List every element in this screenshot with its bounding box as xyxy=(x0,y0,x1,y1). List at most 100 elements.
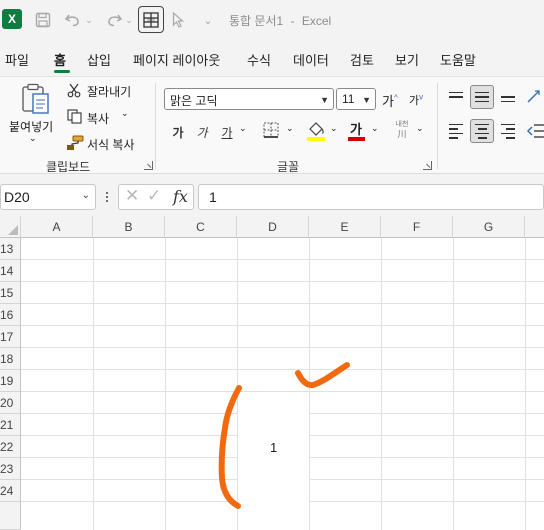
borders-dropdown-icon[interactable]: ⌄ xyxy=(286,123,294,134)
row-header[interactable]: 14 xyxy=(0,260,21,282)
row-header[interactable]: 24 xyxy=(0,480,21,502)
tab-view[interactable]: 보기 xyxy=(395,50,419,69)
tab-data[interactable]: 데이터 xyxy=(293,50,329,69)
column-header[interactable]: C xyxy=(165,216,237,238)
align-center-button[interactable] xyxy=(470,119,494,143)
row-header[interactable]: 22 xyxy=(0,436,21,458)
align-left-button[interactable] xyxy=(444,119,468,143)
redo-dropdown-icon[interactable]: ⌄ xyxy=(124,10,134,30)
name-box[interactable]: D20 ⌄ xyxy=(0,184,96,210)
font-launcher-icon[interactable] xyxy=(423,161,432,170)
cut-button[interactable]: 잘라내기 xyxy=(87,83,131,100)
customize-qat-icon[interactable]: ⌄ xyxy=(202,10,214,30)
format-painter-icon[interactable] xyxy=(66,134,84,152)
font-color-dropdown-icon[interactable]: ⌄ xyxy=(371,123,379,134)
confirm-entry-icon[interactable]: ✓ xyxy=(147,186,161,206)
tab-insert[interactable]: 삽입 xyxy=(87,50,111,69)
more-options-icon[interactable] xyxy=(102,187,112,207)
borders-icon[interactable] xyxy=(262,121,280,139)
underline-dropdown-icon[interactable]: ⌄ xyxy=(239,123,247,134)
gridline xyxy=(21,281,544,282)
align-bottom-button[interactable] xyxy=(496,85,520,109)
font-size-select[interactable]: 11 ▼ xyxy=(336,88,376,110)
save-icon[interactable] xyxy=(34,10,52,30)
phonetic-glyph: 내천 xyxy=(395,121,409,128)
scissors-icon[interactable] xyxy=(66,82,82,98)
phonetic-guide-button[interactable]: 내천 川 xyxy=(390,119,414,141)
phonetic-dropdown-icon[interactable]: ⌄ xyxy=(416,123,424,134)
chevron-down-icon: ▼ xyxy=(362,95,371,105)
grow-font-button[interactable]: 가^ xyxy=(382,91,398,110)
font-color-swatch xyxy=(347,136,365,141)
gridline xyxy=(21,303,544,304)
ink-check-stroke xyxy=(295,362,350,389)
formula-input[interactable]: 1 xyxy=(198,184,544,210)
column-header[interactable]: A xyxy=(21,216,93,238)
copy-dropdown-icon[interactable]: ⌄ xyxy=(121,108,129,119)
orientation-icon[interactable] xyxy=(525,87,544,107)
row-header[interactable]: 20 xyxy=(0,392,21,414)
align-right-button[interactable] xyxy=(496,119,520,143)
phonetic-icon: 川 xyxy=(397,129,407,139)
spreadsheet-grid[interactable]: A B C D E F G 13 14 15 16 17 18 19 20 21… xyxy=(0,216,544,530)
font-name-select[interactable]: 맑은 고딕 ▼ xyxy=(164,88,334,110)
ribbon: 붙여넣기 ⌄ 잘라내기 복사 ⌄ 서식 복사 클립보드 맑은 고딕 ▼ 11 ▼… xyxy=(0,76,544,174)
column-header[interactable] xyxy=(525,216,544,238)
font-size-value: 11 xyxy=(342,92,355,106)
clipboard-launcher-icon[interactable] xyxy=(144,161,153,170)
bold-button[interactable]: 가 xyxy=(166,120,190,144)
undo-icon[interactable] xyxy=(63,10,83,30)
shrink-font-button[interactable]: 가v xyxy=(409,92,423,108)
font-color-button[interactable]: 가 xyxy=(346,120,366,142)
row-header[interactable] xyxy=(0,502,21,530)
italic-button[interactable]: 가 xyxy=(190,120,214,144)
row-header[interactable]: 21 xyxy=(0,414,21,436)
cancel-entry-icon[interactable]: ✕ xyxy=(125,186,139,206)
row-header[interactable]: 17 xyxy=(0,326,21,348)
row-header[interactable]: 15 xyxy=(0,282,21,304)
pointer-icon[interactable] xyxy=(170,10,186,30)
window-title: 통합 문서1 - Excel xyxy=(229,12,335,29)
column-header[interactable]: E xyxy=(309,216,381,238)
name-box-value: D20 xyxy=(4,189,30,205)
gridline xyxy=(21,259,544,260)
tab-formulas[interactable]: 수식 xyxy=(247,50,271,69)
fill-color-dropdown-icon[interactable]: ⌄ xyxy=(330,123,338,134)
row-header[interactable]: 18 xyxy=(0,348,21,370)
tab-home[interactable]: 홈 xyxy=(54,50,66,69)
gridline xyxy=(21,325,544,326)
column-header[interactable]: D xyxy=(237,216,309,238)
copy-icon[interactable] xyxy=(66,108,82,124)
column-header[interactable]: F xyxy=(381,216,453,238)
app-name: Excel xyxy=(301,14,332,28)
align-middle-button[interactable] xyxy=(470,85,494,109)
tab-help[interactable]: 도움말 xyxy=(440,50,476,69)
copy-button[interactable]: 복사 xyxy=(87,110,109,127)
row-header[interactable]: 13 xyxy=(0,238,21,260)
excel-logo-icon[interactable]: X xyxy=(2,9,22,29)
tab-file[interactable]: 파일 xyxy=(5,50,29,69)
row-header[interactable]: 16 xyxy=(0,304,21,326)
paste-dropdown-icon[interactable]: ⌄ xyxy=(29,133,37,144)
row-header[interactable]: 23 xyxy=(0,458,21,480)
underline-button[interactable]: 가 xyxy=(215,120,239,144)
align-top-button[interactable] xyxy=(444,85,468,109)
row-header[interactable]: 19 xyxy=(0,370,21,392)
fill-color-icon[interactable] xyxy=(306,120,326,142)
chevron-down-icon: ⌄ xyxy=(81,190,90,201)
select-all-corner[interactable] xyxy=(0,216,21,238)
shrink-font-glyph: 가 xyxy=(409,95,420,107)
paste-icon[interactable] xyxy=(20,83,52,115)
font-name-value: 맑은 고딕 xyxy=(170,94,218,108)
tab-review[interactable]: 검토 xyxy=(350,50,374,69)
table-tool-icon[interactable] xyxy=(138,6,164,33)
column-header[interactable]: G xyxy=(453,216,525,238)
column-header[interactable]: B xyxy=(93,216,165,238)
decrease-indent-icon[interactable] xyxy=(526,121,544,141)
format-painter-button[interactable]: 서식 복사 xyxy=(87,136,135,153)
undo-dropdown-icon[interactable]: ⌄ xyxy=(84,10,94,30)
tab-page-layout[interactable]: 페이지 레이아웃 xyxy=(133,50,220,69)
insert-function-button[interactable]: fx xyxy=(173,187,188,206)
ribbon-tabs: 파일 홈 삽입 페이지 레이아웃 수식 데이터 검토 보기 도움말 xyxy=(0,40,544,76)
redo-icon[interactable] xyxy=(104,10,124,30)
